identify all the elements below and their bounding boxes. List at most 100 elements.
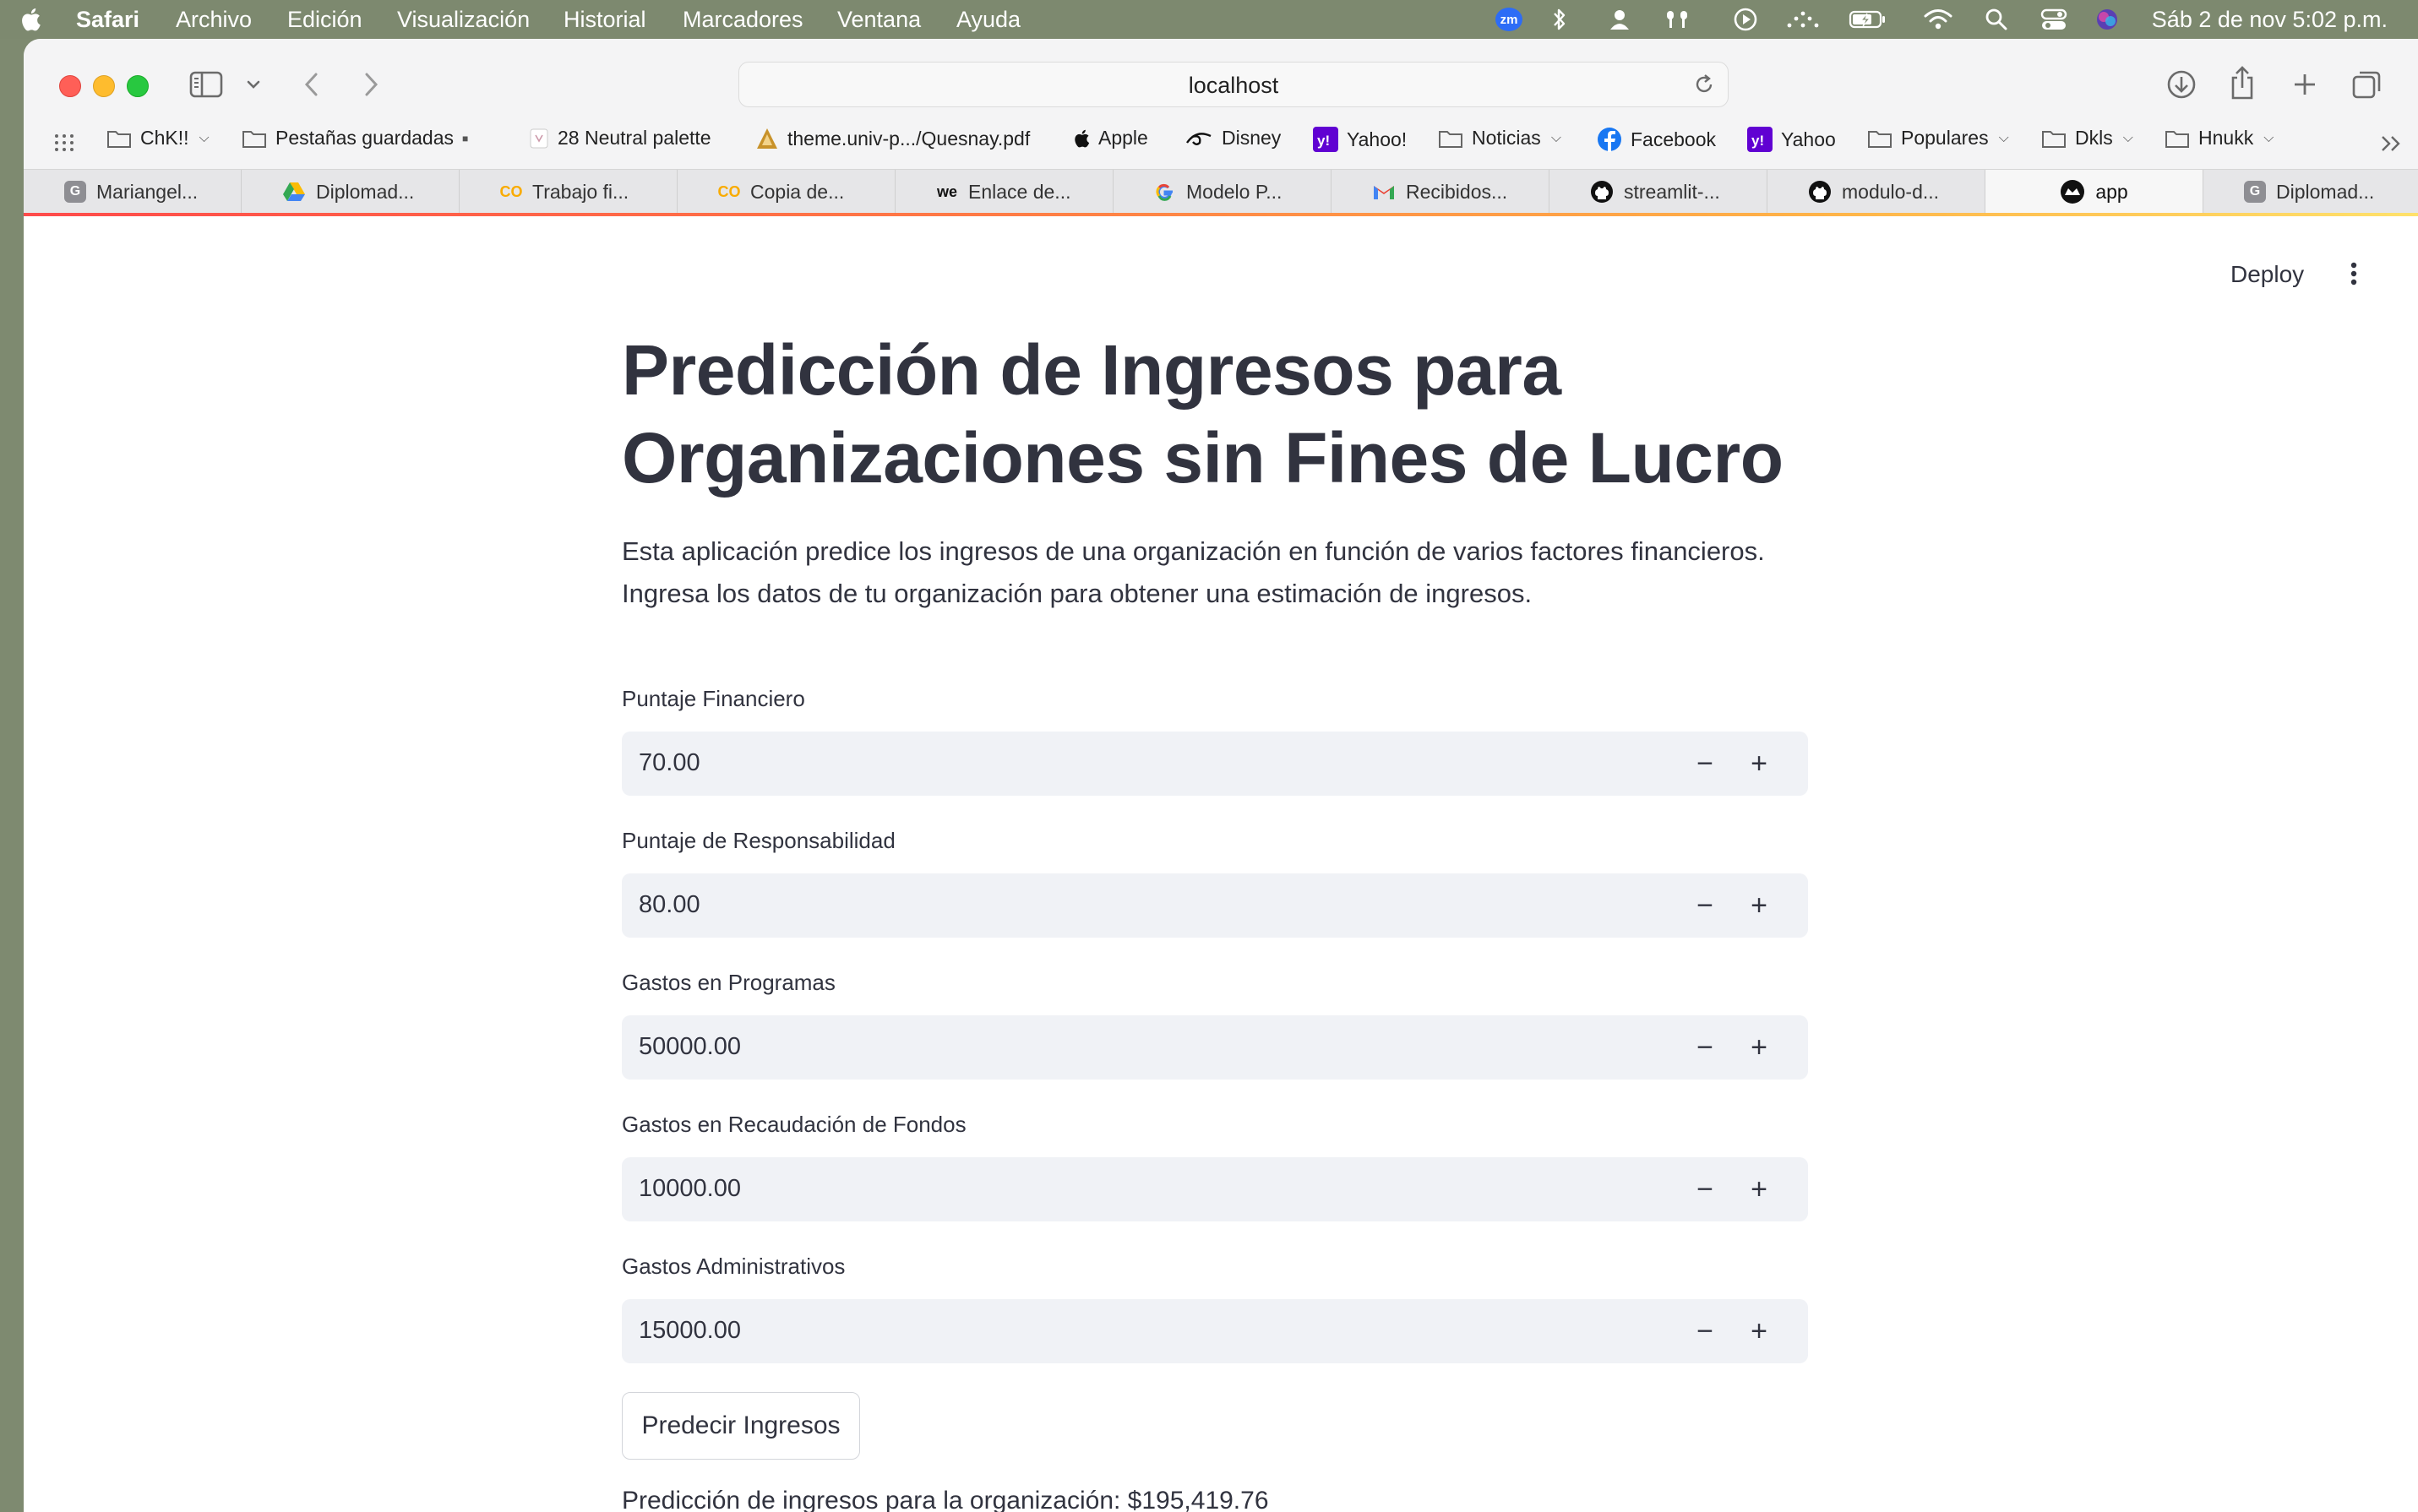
battery-icon[interactable] <box>1849 6 1887 33</box>
tab-mariangel[interactable]: G Mariangel... <box>24 170 242 214</box>
bookmark-yahoo[interactable]: y! Yahoo <box>1747 127 1836 152</box>
number-input-puntaje-responsabilidad: − + <box>622 873 1808 938</box>
increment-button[interactable]: + <box>1732 1299 1786 1363</box>
puntaje-responsabilidad-input[interactable] <box>637 890 1570 920</box>
menu-bar: Safari Archivo Edición Visualización His… <box>0 0 2418 39</box>
github-icon <box>1809 181 1831 203</box>
increment-button[interactable]: + <box>1732 732 1786 796</box>
folder-icon <box>242 130 266 148</box>
wifi-icon[interactable] <box>1923 6 1953 33</box>
tab-diplomado-drive[interactable]: Diplomad... <box>242 170 460 214</box>
menu-safari[interactable]: Safari <box>76 7 139 33</box>
increment-button[interactable]: + <box>1732 873 1786 938</box>
streamlit-icon <box>2061 180 2085 204</box>
page-title: Predicción de Ingresos para Organizacion… <box>622 330 1784 498</box>
deploy-button[interactable]: Deploy <box>2225 260 2309 289</box>
field-label-puntaje-financiero: Puntaje Financiero <box>622 686 805 711</box>
tab-overview-icon[interactable] <box>2350 68 2384 101</box>
menu-marcadores[interactable]: Marcadores <box>683 7 803 33</box>
increment-button[interactable]: + <box>1732 1015 1786 1080</box>
download-icon[interactable] <box>2165 68 2198 101</box>
airpods-icon[interactable] <box>1663 6 1691 33</box>
google-drive-icon <box>283 182 305 201</box>
tab-diplomado[interactable]: G Diplomad... <box>2203 170 2418 214</box>
tab-modulo-github[interactable]: modulo-d... <box>1767 170 1985 214</box>
new-tab-icon[interactable] <box>2290 69 2320 100</box>
decrement-button[interactable]: − <box>1678 873 1732 938</box>
google-g-favicon-icon: G <box>2244 181 2266 203</box>
bluetooth-icon[interactable] <box>1551 6 1568 33</box>
share-icon[interactable] <box>2227 64 2257 101</box>
bookmark-neutral-palette[interactable]: 28 Neutral palette <box>529 127 711 150</box>
tab-app-active[interactable]: app <box>1985 170 2203 214</box>
menu-ventana[interactable]: Ventana <box>837 7 921 33</box>
apple-menu-icon[interactable] <box>19 7 42 32</box>
colab-icon: CO <box>717 182 741 200</box>
user-icon[interactable] <box>1609 6 1631 33</box>
bookmark-noticias[interactable]: Noticias ⌵ <box>1438 127 1561 150</box>
palette-icon <box>530 128 548 148</box>
predict-income-button[interactable]: Predecir Ingresos <box>622 1392 860 1460</box>
google-g-favicon-icon: G <box>64 181 86 203</box>
tab-trabajo-final[interactable]: CO Trabajo fi... <box>460 170 678 214</box>
play-icon[interactable] <box>1732 6 1759 33</box>
main-menu-icon[interactable] <box>2344 258 2364 289</box>
search-icon[interactable] <box>1984 6 2009 33</box>
tab-recibidos[interactable]: Recibidos... <box>1332 170 1549 214</box>
window-minimize-button[interactable] <box>93 75 115 97</box>
bookmark-apple[interactable]: Apple <box>1073 127 1148 150</box>
menu-archivo[interactable]: Archivo <box>176 7 252 33</box>
decrement-button[interactable]: − <box>1678 1157 1732 1221</box>
tab-copia-de[interactable]: CO Copia de... <box>678 170 896 214</box>
bookmark-disney[interactable]: Disney <box>1184 127 1281 150</box>
number-input-puntaje-financiero: − + <box>622 732 1808 796</box>
window-maximize-button[interactable] <box>127 75 149 97</box>
gastos-programas-input[interactable] <box>637 1032 1570 1062</box>
bookmark-dkls[interactable]: Dkls ⌵ <box>2041 127 2133 150</box>
wifi-dots-icon[interactable] <box>1786 6 1820 33</box>
siri-icon[interactable] <box>2094 6 2121 33</box>
tab-modelo-p[interactable]: Modelo P... <box>1114 170 1332 214</box>
gastos-recaudacion-input[interactable] <box>637 1174 1570 1204</box>
menu-historial[interactable]: Historial <box>564 7 646 33</box>
tab-bar: G Mariangel... Diplomad... CO Trabajo fi… <box>24 169 2418 214</box>
reload-icon[interactable] <box>1692 73 1716 96</box>
control-center-icon[interactable] <box>2040 6 2068 33</box>
colab-icon: CO <box>499 182 523 200</box>
number-input-gastos-programas: − + <box>622 1015 1808 1080</box>
intro-text: Esta aplicación predice los ingresos de … <box>622 536 1765 608</box>
back-arrow-icon[interactable] <box>299 69 324 100</box>
field-label-gastos-administrativos: Gastos Administrativos <box>622 1254 846 1279</box>
puntaje-financiero-input[interactable] <box>637 748 1570 778</box>
bookmark-chk[interactable]: ChK!! ⌵ <box>106 127 210 150</box>
bookmark-facebook[interactable]: Facebook <box>1597 127 1716 152</box>
chevron-down-icon: ⌵ <box>199 130 210 145</box>
svg-text:y!: y! <box>1751 133 1764 149</box>
apps-grid-icon[interactable] <box>54 133 74 152</box>
tab-streamlit-github[interactable]: streamlit-... <box>1549 170 1767 214</box>
zoom-icon[interactable]: zm <box>1495 8 1522 31</box>
bookmark-quesnay-pdf[interactable]: theme.univ-p.../Quesnay.pdf <box>755 127 1030 150</box>
bookmark-hnukk[interactable]: Hnukk ⌵ <box>2165 127 2274 150</box>
menu-edicion[interactable]: Edición <box>287 7 362 33</box>
sidebar-toggle-icon[interactable] <box>189 69 225 100</box>
tab-enlace-de[interactable]: we Enlace de... <box>896 170 1114 214</box>
window-close-button[interactable] <box>59 75 81 97</box>
address-text[interactable]: localhost <box>739 73 1728 99</box>
address-bar[interactable]: localhost <box>738 62 1729 107</box>
chevron-down-icon[interactable] <box>245 78 262 91</box>
forward-arrow-icon[interactable] <box>358 69 384 100</box>
more-bookmarks-icon[interactable] <box>2379 133 2404 154</box>
decrement-button[interactable]: − <box>1678 1299 1732 1363</box>
bookmark-yahoo-exclaim[interactable]: y! Yahoo! <box>1313 127 1407 152</box>
menu-visualizacion[interactable]: Visualización <box>397 7 530 33</box>
increment-button[interactable]: + <box>1732 1157 1786 1221</box>
menu-clock[interactable]: Sáb 2 de nov 5:02 p.m. <box>2152 7 2388 33</box>
menu-ayuda[interactable]: Ayuda <box>956 7 1021 33</box>
decrement-button[interactable]: − <box>1678 732 1732 796</box>
bookmark-pestanas-guardadas[interactable]: Pestañas guardadas ■ <box>242 127 468 150</box>
decrement-button[interactable]: − <box>1678 1015 1732 1080</box>
gastos-administrativos-input[interactable] <box>637 1316 1570 1346</box>
folder-icon <box>2042 130 2066 148</box>
bookmark-populares[interactable]: Populares ⌵ <box>1867 127 2009 150</box>
